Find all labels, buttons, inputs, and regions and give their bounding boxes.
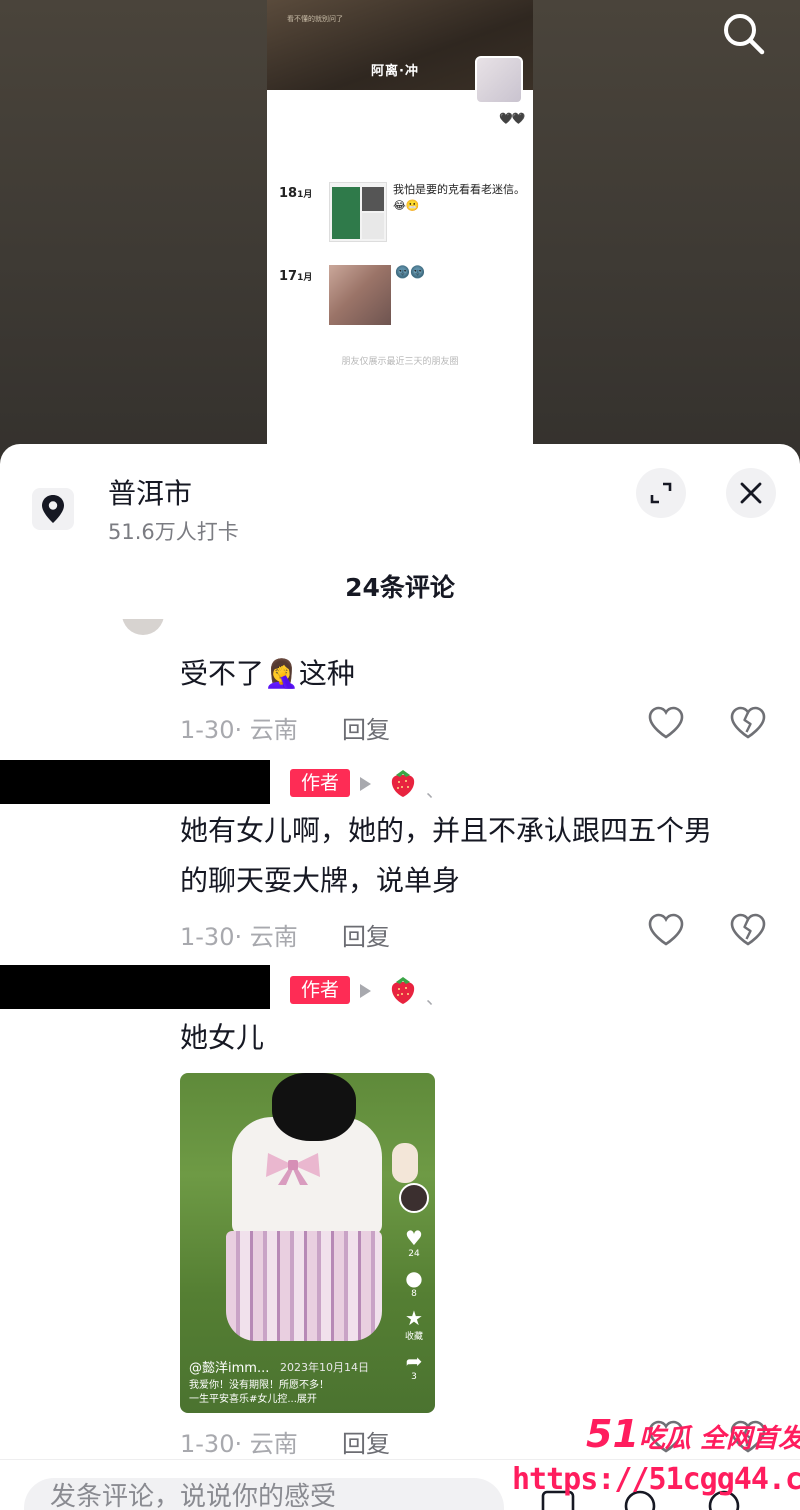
close-icon — [740, 482, 762, 504]
comment-text-line1: 她有女儿啊，她的，并且不承认跟四五个男 — [180, 814, 713, 847]
comment-icon: ● — [405, 1266, 423, 1290]
location-pin[interactable] — [32, 488, 74, 530]
video-screenshot: 看不懂的就别问了 阿离·冲 🖤🖤 181月 我怕是要的克看看老迷信。😂😬 171… — [267, 0, 533, 450]
author-badge: 作者 — [290, 976, 350, 1004]
bow-icon — [266, 1153, 320, 1185]
star-icon: ★ — [405, 1306, 423, 1330]
strawberry-icon — [391, 977, 415, 1004]
redacted-user — [0, 965, 270, 1009]
like-button[interactable] — [646, 703, 686, 743]
video-caption: 我爱你！没有期限！所愿不多！ 一生平安喜乐#女儿控...展开 — [189, 1379, 425, 1407]
heart-icon — [648, 913, 684, 946]
video-figure-skirt — [226, 1231, 382, 1341]
heart-icon: ♥ — [405, 1226, 423, 1250]
broken-heart-icon — [730, 1420, 766, 1453]
hearts-emoji: 🖤🖤 — [499, 112, 525, 125]
author-badge: 作者 — [290, 769, 350, 797]
moment-image — [329, 182, 387, 242]
comment-input-bar — [0, 1459, 800, 1510]
play-triangle-icon — [360, 777, 371, 791]
moment-day: 17 — [279, 269, 298, 284]
reply-button[interactable]: 回复 — [342, 1424, 390, 1459]
location-pin-icon — [42, 495, 64, 523]
comment-text-line2: 的聊天耍大牌，说单身 — [180, 864, 461, 897]
reply-button[interactable]: 回复 — [342, 917, 390, 952]
heart-icon — [648, 1420, 684, 1453]
comment-meta: 1-30· 云南 — [180, 923, 298, 951]
video-figure-hair — [272, 1073, 356, 1141]
dislike-button[interactable] — [728, 703, 768, 743]
close-button[interactable] — [726, 468, 776, 518]
at-button[interactable] — [620, 1484, 660, 1510]
moment-month: 1月 — [297, 273, 313, 283]
video-caption-line1: 我爱你！没有期限！所愿不多！ — [189, 1380, 329, 1391]
moment-month: 1月 — [297, 190, 313, 200]
video-date: 2023年10月14日 — [280, 1361, 369, 1374]
share-icon: ➦ — [405, 1349, 423, 1373]
comment-input[interactable] — [24, 1478, 504, 1510]
cover-name: 阿离·冲 — [371, 64, 419, 79]
moment-text: 我怕是要的克看看老迷信。😂😬 — [393, 183, 525, 212]
moment-text: 🌚🌚 — [395, 265, 425, 279]
commenter-avatar[interactable] — [122, 619, 164, 635]
comment-text: 她女儿 — [180, 1021, 265, 1054]
shared-video-card[interactable]: ♥ 24 ● 8 ★ 收藏 ➦ 3 @懿洋imm... 2023年10月14日 我爱你！… — [180, 1073, 435, 1413]
video-comment-count: 8 — [411, 1289, 417, 1299]
search-button[interactable] — [716, 6, 770, 60]
comment-count: 24条评论 — [345, 573, 455, 602]
video-author-avatar — [399, 1183, 429, 1213]
dislike-button[interactable] — [728, 910, 768, 950]
video-like-count: 24 — [408, 1249, 420, 1259]
video-author-handle: @懿洋imm... — [189, 1361, 270, 1376]
like-button[interactable] — [646, 1417, 686, 1457]
search-icon — [724, 14, 765, 55]
video-side-actions: ♥ 24 ● 8 ★ 收藏 ➦ 3 — [394, 1183, 434, 1390]
moment-date: 181月 — [279, 186, 312, 201]
comments-sheet: 普洱市 51.6万人打卡 24条评论 受不了🤦‍♀️这种 1-30· 云南 回复… — [0, 444, 800, 1510]
reply-button[interactable]: 回复 — [342, 710, 390, 745]
image-button[interactable] — [538, 1484, 578, 1510]
image-icon — [541, 1490, 575, 1510]
expand-icon — [650, 482, 672, 504]
location-title[interactable]: 普洱市 — [108, 472, 192, 512]
redacted-user — [0, 760, 270, 804]
moment-date: 171月 — [279, 269, 312, 284]
moment-image — [329, 265, 391, 325]
comment-meta: 1-30· 云南 — [180, 1430, 298, 1458]
video-figure-hand — [392, 1143, 418, 1183]
expand-button[interactable] — [636, 468, 686, 518]
broken-heart-icon — [730, 706, 766, 739]
comment-text: 受不了🤦‍♀️这种 — [180, 657, 355, 690]
comment-meta: 1-30· 云南 — [180, 716, 298, 744]
emoji-icon — [708, 1490, 740, 1510]
like-button[interactable] — [646, 910, 686, 950]
video-fav-label: 收藏 — [404, 1332, 423, 1342]
video-caption-line2: 一生平安喜乐#女儿控...展开 — [189, 1394, 317, 1405]
dislike-button[interactable] — [728, 1417, 768, 1457]
profile-avatar — [475, 56, 523, 104]
comment-list[interactable]: 受不了🤦‍♀️这种 1-30· 云南 回复 作者 、 她有女儿啊，她的，并且不承… — [0, 619, 800, 1459]
cover-caption: 看不懂的就别问了 — [287, 15, 343, 23]
heart-icon — [648, 706, 684, 739]
at-icon — [624, 1490, 656, 1510]
separator-mark: 、 — [426, 988, 444, 1009]
emoji-button[interactable] — [704, 1484, 744, 1510]
moments-footer: 朋友仅展示最近三天的朋友圈 — [341, 357, 459, 367]
broken-heart-icon — [730, 913, 766, 946]
strawberry-icon — [391, 770, 415, 797]
checkin-count: 51.6万人打卡 — [108, 520, 239, 544]
play-triangle-icon — [360, 984, 371, 998]
separator-mark: 、 — [426, 781, 444, 802]
moment-day: 18 — [279, 186, 298, 201]
